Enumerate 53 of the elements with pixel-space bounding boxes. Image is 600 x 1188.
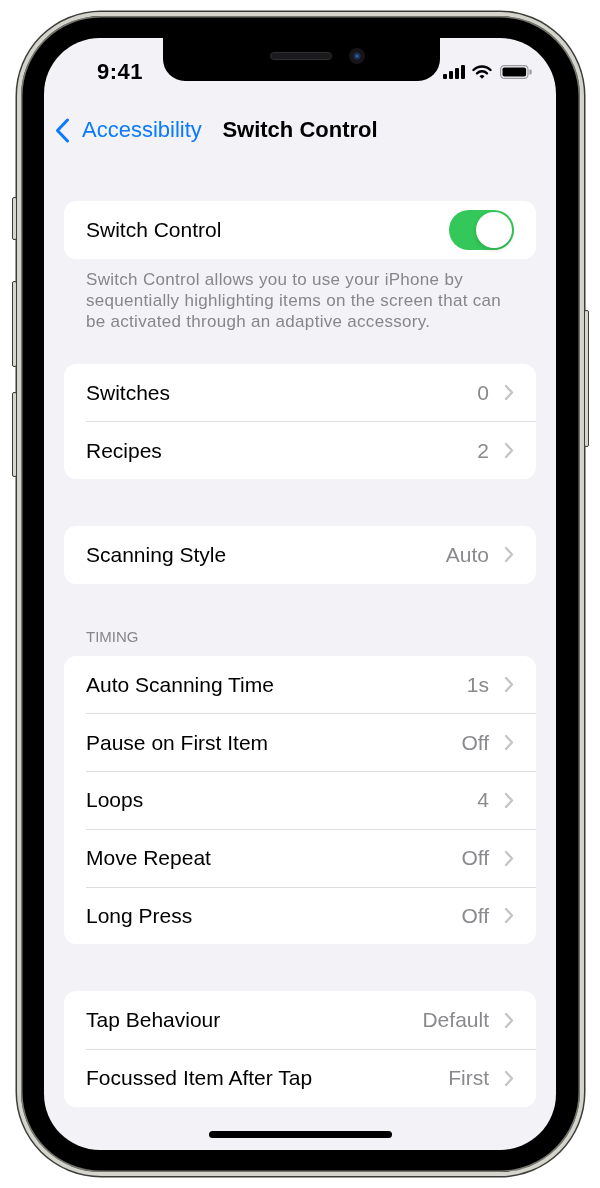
- chevron-icon: [504, 546, 514, 564]
- row-label: Switch Control: [86, 217, 222, 242]
- row-value: Off: [461, 903, 489, 928]
- row-value: 4: [477, 788, 489, 813]
- row-value: Off: [461, 730, 489, 755]
- chevron-icon: [504, 676, 514, 694]
- row-label: Scanning Style: [86, 542, 227, 567]
- row-value: 0: [477, 380, 489, 405]
- row-value: Auto: [445, 542, 489, 567]
- battery-icon: [500, 65, 532, 79]
- row-value: 1s: [466, 672, 489, 697]
- page-title: Switch Control: [222, 117, 378, 143]
- row-label: Loops: [86, 788, 144, 813]
- section-footer: Switch Control allows you to use your iPhone by sequentially highlighting items on the screen that can be activated through an adaptive accessory.: [64, 258, 536, 332]
- wifi-icon: [472, 65, 492, 79]
- row-label: Focussed Item After Tap: [86, 1066, 313, 1091]
- chevron-icon: [504, 791, 514, 809]
- settings-row[interactable]: Scanning Style Auto: [64, 526, 536, 584]
- settings-row[interactable]: Focussed Item After Tap First: [64, 1048, 536, 1107]
- settings-row[interactable]: Tap Behaviour Default: [64, 991, 536, 1049]
- row-value: 2: [477, 438, 489, 463]
- status-time: 9:41: [97, 59, 144, 85]
- row-label: Switches: [86, 380, 171, 405]
- row-label: Pause on First Item: [86, 730, 269, 755]
- settings-row[interactable]: Loops 4: [64, 771, 536, 829]
- settings-row[interactable]: Move Repeat Off: [64, 828, 536, 887]
- signal-icon: [443, 65, 465, 79]
- row-label: Recipes: [86, 438, 162, 463]
- settings-row[interactable]: Long Press Off: [64, 886, 536, 945]
- chevron-icon: [504, 384, 514, 402]
- chevron-icon: [504, 442, 514, 460]
- chevron-icon: [504, 734, 514, 752]
- chevron-icon: [504, 1011, 514, 1029]
- camera-lens-icon: [349, 47, 365, 64]
- row-value: Off: [461, 846, 489, 871]
- speaker-grille: [270, 51, 332, 60]
- settings-row[interactable]: Pause on First Item Off: [64, 713, 536, 772]
- row-label: Tap Behaviour: [86, 1008, 221, 1033]
- row-label: Long Press: [86, 903, 193, 928]
- section-header: TIMING: [85, 626, 140, 647]
- chevron-icon: [55, 117, 70, 143]
- settings-row[interactable]: Auto Scanning Time 1s: [64, 655, 536, 714]
- toggle-switch[interactable]: [449, 209, 514, 250]
- settings-row[interactable]: Switches 0: [64, 363, 536, 422]
- settings-row[interactable]: Recipes 2: [64, 421, 536, 480]
- back-button[interactable]: Accessibility: [55, 117, 202, 143]
- row-label: Auto Scanning Time: [86, 672, 274, 697]
- chevron-icon: [504, 1069, 514, 1087]
- chevron-icon: [504, 907, 514, 925]
- row-label: Move Repeat: [86, 846, 211, 871]
- row-value: Default: [422, 1008, 489, 1033]
- row-value: First: [448, 1066, 489, 1091]
- chevron-icon: [504, 849, 514, 867]
